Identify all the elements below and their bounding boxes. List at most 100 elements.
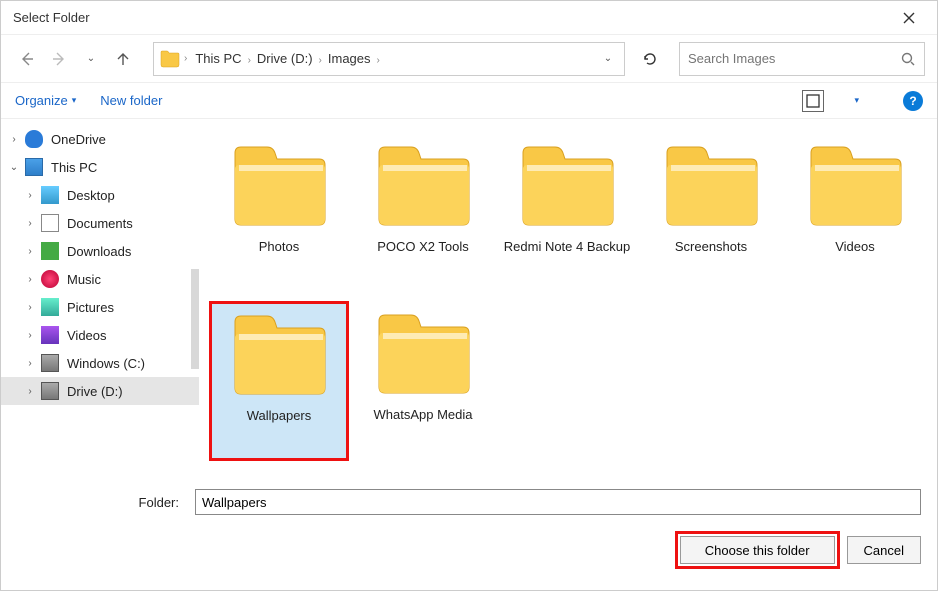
search-input[interactable] bbox=[688, 51, 900, 66]
view-mode-dropdown[interactable]: ▾ bbox=[854, 95, 859, 106]
folder-item[interactable]: Redmi Note 4 Backup bbox=[497, 133, 637, 293]
folder-content-grid[interactable]: Photos POCO X2 Tools Redmi Note 4 Backup Sc… bbox=[199, 119, 937, 479]
expand-chevron-icon[interactable] bbox=[23, 386, 37, 397]
refresh-icon bbox=[642, 51, 658, 67]
expand-chevron-icon[interactable] bbox=[23, 330, 37, 341]
close-icon bbox=[903, 12, 915, 24]
expand-chevron-icon[interactable] bbox=[23, 246, 37, 257]
tree-node[interactable]: Desktop bbox=[1, 181, 199, 209]
folder-item-label: POCO X2 Tools bbox=[377, 239, 469, 255]
tree-node[interactable]: This PC bbox=[1, 153, 199, 181]
vid-icon bbox=[41, 326, 59, 344]
new-folder-label: New folder bbox=[100, 93, 162, 108]
new-folder-button[interactable]: New folder bbox=[100, 93, 162, 108]
tree-node[interactable]: Downloads bbox=[1, 237, 199, 265]
organize-menu[interactable]: Organize ▾ bbox=[15, 93, 76, 108]
navigation-tree[interactable]: OneDrive This PC Desktop Documents Downloads… bbox=[1, 119, 199, 479]
view-mode-button[interactable] bbox=[802, 90, 824, 112]
tree-node-label: Windows (C:) bbox=[67, 356, 145, 371]
folder-field-label: Folder: bbox=[17, 495, 187, 510]
tree-node[interactable]: Pictures bbox=[1, 293, 199, 321]
folder-item-label: Videos bbox=[835, 239, 875, 255]
tree-node[interactable]: Documents bbox=[1, 209, 199, 237]
tree-node[interactable]: Videos bbox=[1, 321, 199, 349]
folder-icon bbox=[229, 141, 329, 229]
tree-node[interactable]: Music bbox=[1, 265, 199, 293]
folder-icon bbox=[160, 49, 180, 69]
folder-item-label: Redmi Note 4 Backup bbox=[504, 239, 630, 255]
chevron-right-icon: › bbox=[375, 55, 382, 66]
dl-icon bbox=[41, 242, 59, 260]
pc-icon bbox=[25, 158, 43, 176]
refresh-button[interactable] bbox=[633, 42, 667, 76]
folder-icon bbox=[373, 141, 473, 229]
expand-chevron-icon[interactable] bbox=[23, 358, 37, 369]
folder-item[interactable]: Videos bbox=[785, 133, 925, 293]
address-bar[interactable]: › This PC›Drive (D:)›Images› ⌄ bbox=[153, 42, 625, 76]
view-icon bbox=[806, 94, 820, 108]
search-box[interactable] bbox=[679, 42, 925, 76]
arrow-left-icon bbox=[19, 51, 35, 67]
folder-item[interactable]: Screenshots bbox=[641, 133, 781, 293]
expand-chevron-icon[interactable] bbox=[23, 274, 37, 285]
folder-icon bbox=[229, 310, 329, 398]
folder-item[interactable]: POCO X2 Tools bbox=[353, 133, 493, 293]
tree-node-label: Drive (D:) bbox=[67, 384, 123, 399]
tree-node[interactable]: Drive (D:) bbox=[1, 377, 199, 405]
tree-node-label: Downloads bbox=[67, 244, 131, 259]
doc-icon bbox=[41, 214, 59, 232]
folder-item-label: WhatsApp Media bbox=[374, 407, 473, 423]
nav-recent-button[interactable]: ⌄ bbox=[77, 45, 105, 73]
expand-chevron-icon[interactable] bbox=[7, 134, 21, 145]
close-button[interactable] bbox=[889, 4, 929, 32]
folder-item[interactable]: Wallpapers bbox=[209, 301, 349, 461]
folder-field-input[interactable] bbox=[195, 489, 921, 515]
expand-chevron-icon[interactable] bbox=[23, 190, 37, 201]
folder-item[interactable]: Photos bbox=[209, 133, 349, 293]
tree-node[interactable]: Windows (C:) bbox=[1, 349, 199, 377]
expand-chevron-icon[interactable] bbox=[23, 302, 37, 313]
folder-item[interactable]: WhatsApp Media bbox=[353, 301, 493, 461]
music-icon bbox=[41, 270, 59, 288]
desk-icon bbox=[41, 186, 59, 204]
drive-icon bbox=[41, 354, 59, 372]
tree-node-label: Pictures bbox=[67, 300, 114, 315]
tree-node-label: Music bbox=[67, 272, 101, 287]
help-button[interactable]: ? bbox=[903, 91, 923, 111]
pic-icon bbox=[41, 298, 59, 316]
cancel-button[interactable]: Cancel bbox=[847, 536, 921, 564]
arrow-up-icon bbox=[115, 51, 131, 67]
organize-label: Organize bbox=[15, 93, 68, 108]
help-icon: ? bbox=[909, 94, 916, 108]
folder-icon bbox=[805, 141, 905, 229]
folder-item-label: Photos bbox=[259, 239, 299, 255]
breadcrumb-segment[interactable]: Images bbox=[324, 51, 375, 66]
nav-forward-button[interactable] bbox=[45, 45, 73, 73]
tree-node-label: Desktop bbox=[67, 188, 115, 203]
expand-chevron-icon[interactable] bbox=[23, 218, 37, 229]
tree-node-label: This PC bbox=[51, 160, 97, 175]
breadcrumb-segment[interactable]: Drive (D:) bbox=[253, 51, 317, 66]
expand-chevron-icon[interactable] bbox=[7, 162, 21, 173]
folder-icon bbox=[517, 141, 617, 229]
choose-folder-button[interactable]: Choose this folder bbox=[680, 536, 835, 564]
tree-node-label: Videos bbox=[67, 328, 107, 343]
folder-icon bbox=[373, 309, 473, 397]
search-icon bbox=[900, 51, 916, 67]
address-dropdown-button[interactable]: ⌄ bbox=[598, 53, 618, 64]
nav-up-button[interactable] bbox=[109, 45, 137, 73]
cloud-icon bbox=[25, 130, 43, 148]
scrollbar[interactable] bbox=[191, 269, 199, 369]
nav-back-button[interactable] bbox=[13, 45, 41, 73]
caret-down-icon: ▾ bbox=[72, 95, 77, 106]
breadcrumb-segment[interactable]: This PC bbox=[191, 51, 245, 66]
tree-node-label: OneDrive bbox=[51, 132, 106, 147]
folder-item-label: Wallpapers bbox=[247, 408, 312, 424]
chevron-right-icon: › bbox=[317, 55, 324, 66]
folder-item-label: Screenshots bbox=[675, 239, 747, 255]
window-title: Select Folder bbox=[13, 10, 90, 25]
chevron-right-icon: › bbox=[182, 53, 189, 64]
arrow-right-icon bbox=[51, 51, 67, 67]
tree-node[interactable]: OneDrive bbox=[1, 125, 199, 153]
folder-icon bbox=[661, 141, 761, 229]
